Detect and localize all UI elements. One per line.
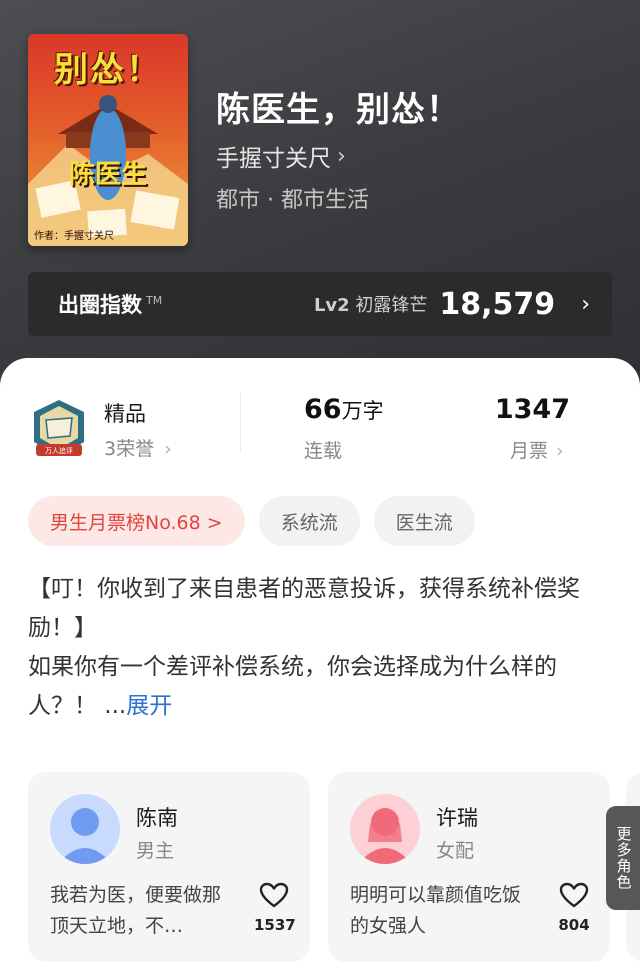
honor-badge-icon[interactable]: 万人追评 bbox=[30, 398, 88, 460]
like-count: 1537 bbox=[254, 916, 296, 934]
heart-icon bbox=[559, 882, 589, 908]
character-card[interactable]: 陈南 男主 我若为医，便要做那顶天立地，不… 1537 bbox=[28, 772, 310, 962]
character-name: 许瑞 bbox=[436, 806, 478, 830]
character-role: 女配 bbox=[436, 840, 475, 862]
index-label: 出圈指数 TM bbox=[58, 293, 163, 317]
monthly-ticket-link[interactable]: 月票 › bbox=[510, 436, 564, 463]
cover-author: 作者：手握寸关尺 bbox=[34, 231, 114, 242]
cover-title: 别怂！ bbox=[54, 50, 162, 90]
book-cover[interactable]: 别怂！ 陈医生 作者：手握寸关尺 bbox=[28, 34, 188, 246]
book-description: 【叮！你收到了来自患者的恶意投诉，获得系统补偿奖励！】 如果你有一个差评补偿系统… bbox=[28, 570, 612, 726]
trademark-mark: TM bbox=[146, 294, 163, 307]
chevron-right-icon: › bbox=[164, 438, 172, 460]
character-role: 男主 bbox=[136, 840, 175, 862]
tag-system[interactable]: 系统流 bbox=[258, 496, 360, 546]
cover-subtitle: 陈医生 bbox=[68, 160, 147, 190]
like-button[interactable]: 1537 bbox=[254, 882, 296, 934]
expand-link[interactable]: 展开 bbox=[126, 693, 172, 719]
character-quote: 我若为医，便要做那顶天立地，不… bbox=[50, 884, 222, 937]
avatar bbox=[350, 794, 420, 864]
badge-text: 万人追评 bbox=[45, 446, 73, 455]
book-genre: 都市 · 都市生活 bbox=[216, 188, 369, 213]
book-header: 别怂！ 陈医生 作者：手握寸关尺 陈医生，别怂！ 手握寸关尺 › 都市 · 都市… bbox=[0, 0, 640, 400]
index-value: 18,579 bbox=[439, 286, 556, 322]
heart-icon bbox=[259, 882, 289, 908]
more-characters-button[interactable]: 更多角色 bbox=[606, 806, 640, 910]
character-quote: 明明可以靠颜值吃饭的女强人 bbox=[350, 884, 522, 937]
character-card[interactable]: 许瑞 女配 明明可以靠颜值吃饭的女强人 804 bbox=[328, 772, 610, 962]
like-count: 804 bbox=[558, 916, 590, 934]
popularity-index-bar[interactable]: 出圈指数 TM Lv2 初露锋芒 18,579 › bbox=[28, 272, 612, 336]
tag-ranking[interactable]: 男生月票榜No.68 > bbox=[28, 496, 245, 546]
monthly-ticket-count: 1347 bbox=[494, 394, 570, 425]
chevron-right-icon: › bbox=[337, 143, 346, 169]
tag-list: 男生月票榜No.68 > 系统流 医生流 bbox=[28, 496, 475, 546]
author-name: 手握寸关尺 bbox=[216, 146, 331, 172]
chevron-right-icon: › bbox=[556, 440, 564, 462]
tag-doctor[interactable]: 医生流 bbox=[373, 496, 475, 546]
honor-title: 精品 bbox=[104, 402, 146, 426]
character-list: 陈南 男主 我若为医，便要做那顶天立地，不… 1537 许瑞 女配 明明可以靠颜… bbox=[28, 772, 640, 962]
author-link[interactable]: 手握寸关尺 › bbox=[216, 139, 346, 173]
chevron-right-icon: › bbox=[581, 291, 590, 317]
book-detail-card: 万人追评 精品 3荣誉 › 66万字 连载 1347 月票 › 男生月票榜No.68… bbox=[0, 358, 640, 976]
character-name: 陈南 bbox=[136, 806, 178, 830]
index-level: Lv2 初露锋芒 bbox=[313, 295, 428, 316]
honor-count-link[interactable]: 3荣誉 › bbox=[104, 434, 172, 461]
avatar bbox=[50, 794, 120, 864]
serial-status: 连载 bbox=[304, 440, 343, 462]
like-button[interactable]: 804 bbox=[554, 882, 594, 934]
description-text: 【叮！你收到了来自患者的恶意投诉，获得系统补偿奖励！】 如果你有一个差评补偿系统… bbox=[28, 576, 580, 719]
divider bbox=[240, 392, 241, 452]
word-count: 66万字 bbox=[304, 394, 384, 425]
book-title: 陈医生，别怂！ bbox=[216, 90, 461, 130]
